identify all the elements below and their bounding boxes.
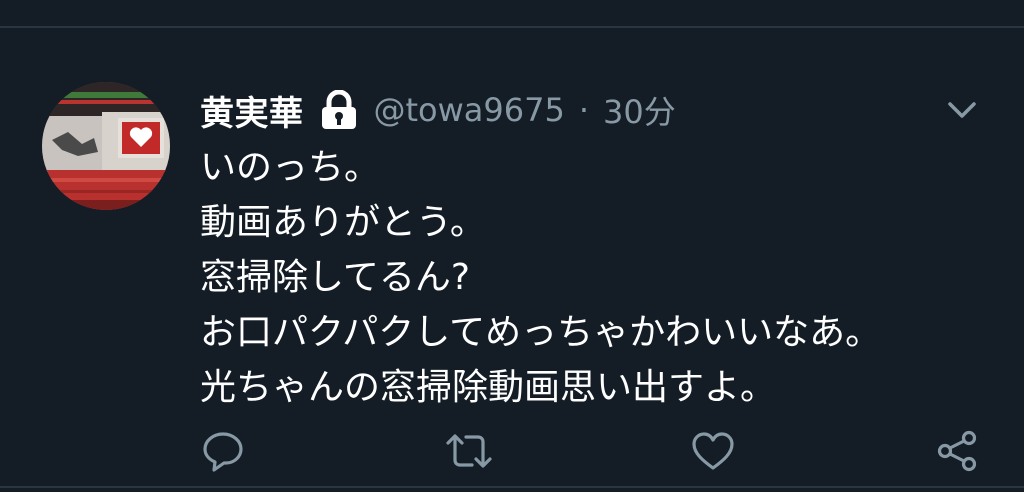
tweet-line: いのっち。 xyxy=(200,147,381,188)
tweet-line: 光ちゃんの窓掃除動画思い出すよ。 xyxy=(200,367,777,408)
reply-icon xyxy=(200,428,246,474)
retweet-button[interactable] xyxy=(444,426,494,476)
reply-button[interactable] xyxy=(198,426,248,476)
tweet-line: 窓掃除してるん? xyxy=(200,257,471,298)
share-icon xyxy=(934,428,980,474)
tweet[interactable]: 黄実華 @towa9675 · 30分 いのっち。 動画ありがとう。 窓掃除して… xyxy=(0,28,1024,486)
chevron-down-icon[interactable] xyxy=(942,90,982,130)
timestamp[interactable]: 30分 xyxy=(603,87,676,133)
tweet-line: お口パクパクしてめっちゃかわいいなあ。 xyxy=(200,312,882,353)
avatar[interactable] xyxy=(42,82,170,210)
tweet-text: いのっち。 動画ありがとう。 窓掃除してるん? お口パクパクしてめっちゃかわいい… xyxy=(200,140,881,415)
like-icon xyxy=(690,428,736,474)
tweet-header: 黄実華 @towa9675 · 30分 xyxy=(200,82,676,138)
user-handle[interactable]: @towa9675 xyxy=(374,91,565,129)
tweet-line: 動画ありがとう。 xyxy=(200,202,486,243)
retweet-icon xyxy=(444,428,494,474)
bottom-divider xyxy=(0,486,1024,488)
separator-dot: · xyxy=(578,91,590,129)
share-button[interactable] xyxy=(932,426,982,476)
like-button[interactable] xyxy=(688,426,738,476)
lock-icon xyxy=(318,89,360,130)
display-name[interactable]: 黄実華 xyxy=(200,86,304,135)
